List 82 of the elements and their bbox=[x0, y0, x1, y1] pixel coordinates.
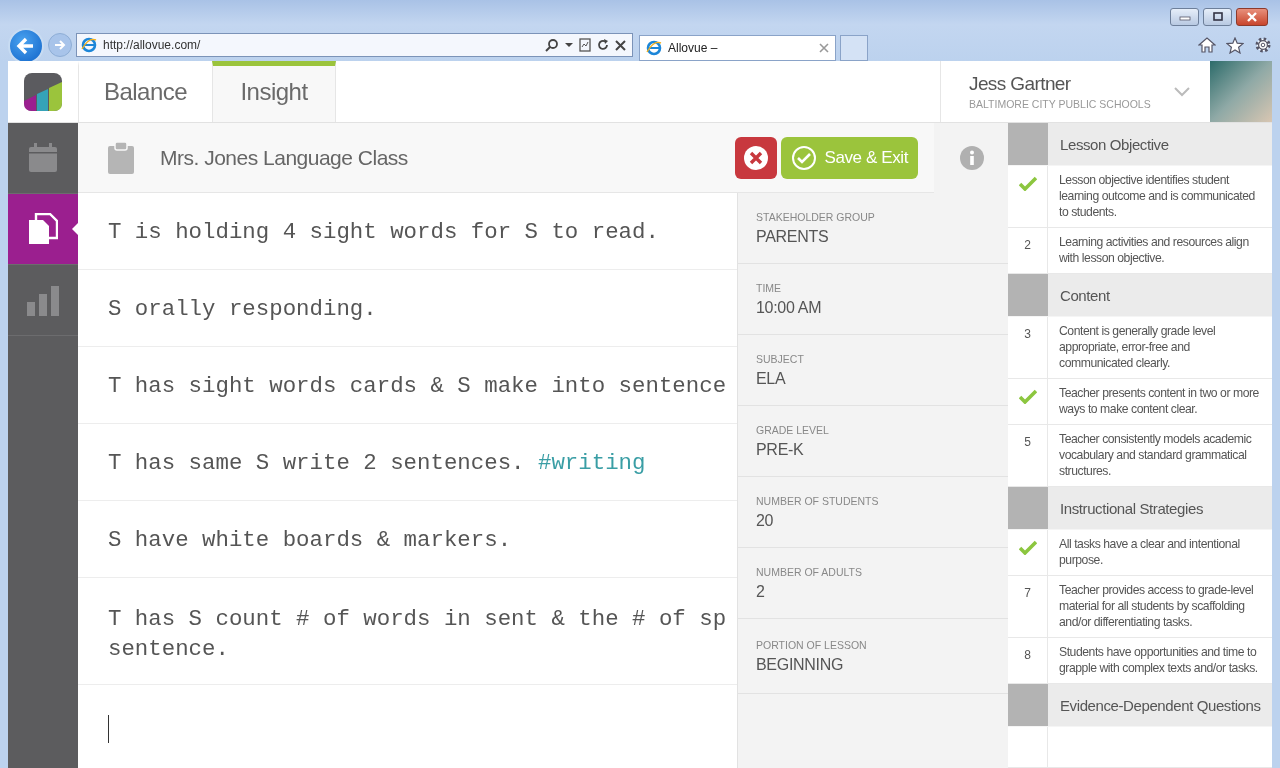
calendar-icon bbox=[28, 143, 58, 173]
checkmark-icon[interactable] bbox=[1018, 176, 1037, 191]
close-circle-icon bbox=[742, 144, 769, 171]
criterion-number[interactable]: 8 bbox=[1024, 648, 1031, 683]
field-value: ELA bbox=[756, 369, 787, 388]
field-value: PARENTS bbox=[756, 227, 830, 246]
photo-placeholder bbox=[1210, 61, 1272, 122]
criterion-text: All tasks have a clear and intentional purpose. bbox=[1058, 536, 1241, 569]
settings-icon[interactable] bbox=[1254, 36, 1272, 54]
criterion-text: Learning activities and resources align with lesson objective. bbox=[1058, 234, 1250, 267]
criterion-text: Teacher provides access to grade-level material for all students by scaffolding and/or differentiating tasks. bbox=[1058, 582, 1255, 631]
field-value: 10:00 AM bbox=[756, 298, 823, 317]
criterion-text: Students have opportunities and time to grapple with complex texts and/or tasks. bbox=[1058, 644, 1259, 677]
criterion-text: Teacher presents content in two or more ways to make content clear. bbox=[1058, 385, 1260, 418]
browser-logo-icon bbox=[646, 40, 662, 56]
minimize-button[interactable] bbox=[1170, 8, 1199, 26]
field-label: GRADE LEVEL bbox=[756, 423, 830, 436]
criterion-number[interactable]: 2 bbox=[1024, 238, 1031, 273]
observation-note: T has sight words cards & S make into sentence bbox=[108, 373, 727, 399]
observation-note: S orally responding. bbox=[108, 296, 377, 322]
section-marker bbox=[1008, 274, 1048, 316]
user-name: Jess Gartner bbox=[969, 73, 1072, 95]
field-value: BEGINNING bbox=[756, 655, 845, 674]
url-text: http://allovue.com/ bbox=[103, 38, 202, 52]
search-icon[interactable] bbox=[545, 38, 559, 52]
check-circle-icon bbox=[790, 144, 817, 171]
text-cursor bbox=[108, 715, 109, 743]
pointer-triangle bbox=[72, 223, 78, 235]
star-icon[interactable] bbox=[1226, 36, 1244, 54]
field-value: 2 bbox=[756, 582, 766, 601]
criterion-number[interactable]: 3 bbox=[1024, 327, 1031, 378]
criterion-number[interactable]: 7 bbox=[1024, 586, 1031, 637]
observation-note: T is holding 4 sight words for S to read. bbox=[108, 219, 659, 245]
checkmark-icon[interactable] bbox=[1018, 540, 1037, 555]
field-label: NUMBER OF STUDENTS bbox=[756, 494, 880, 507]
sidebar-item[interactable] bbox=[8, 194, 78, 265]
stop-icon[interactable] bbox=[615, 39, 626, 51]
section-title: Evidence-Dependent Questions bbox=[1059, 696, 1261, 714]
criterion-text: Content is generally grade level appropriate, error-free and communicated clearly. bbox=[1058, 323, 1217, 372]
field-label: STAKEHOLDER GROUP bbox=[756, 210, 876, 223]
compatibility-icon[interactable] bbox=[579, 38, 591, 52]
refresh-icon[interactable] bbox=[597, 39, 609, 51]
section-title: Lesson Objective bbox=[1059, 135, 1169, 153]
close-icon bbox=[1245, 12, 1259, 22]
tab-close-icon[interactable] bbox=[819, 43, 829, 53]
nav-tab[interactable]: Insight bbox=[212, 61, 336, 122]
observation-note: S have white boards & markers. bbox=[108, 527, 512, 553]
dropdown-caret-icon[interactable] bbox=[565, 42, 573, 48]
field-label: NUMBER OF ADULTS bbox=[756, 565, 863, 578]
close-button[interactable] bbox=[1236, 8, 1268, 26]
home-icon[interactable] bbox=[1198, 37, 1216, 53]
field-label: SUBJECT bbox=[756, 352, 805, 365]
checkmark-icon[interactable] bbox=[1018, 389, 1037, 404]
section-marker bbox=[1008, 684, 1048, 726]
minimize-icon bbox=[1177, 13, 1192, 21]
criterion-text: Teacher consistently models academic vocabulary and standard grammatical structures. bbox=[1058, 431, 1253, 480]
criterion-number[interactable]: 5 bbox=[1024, 435, 1031, 486]
section-marker bbox=[1008, 123, 1048, 165]
criterion-text: Lesson objective identifies student learning outcome and is communicated to students. bbox=[1058, 172, 1256, 221]
maximize-button[interactable] bbox=[1203, 8, 1232, 26]
section-marker bbox=[1008, 487, 1048, 529]
field-label: PORTION OF LESSON bbox=[756, 638, 868, 651]
back-button[interactable] bbox=[8, 28, 44, 64]
bar-chart-icon bbox=[27, 284, 59, 316]
field-value: PRE-K bbox=[756, 440, 805, 459]
documents-icon bbox=[28, 213, 58, 245]
app-logo-icon bbox=[24, 72, 62, 111]
address-field[interactable]: http://allovue.com/ bbox=[76, 33, 633, 57]
organization-name: BALTIMORE CITY PUBLIC SCHOOLS bbox=[969, 98, 1152, 110]
clipboard-icon bbox=[108, 141, 134, 174]
browser-logo-icon bbox=[81, 37, 97, 53]
section-title: Content bbox=[1059, 286, 1110, 304]
class-title: Mrs. Jones Language Class bbox=[160, 145, 408, 170]
browser-tab[interactable]: Allovue – bbox=[639, 35, 836, 61]
field-value: 20 bbox=[756, 511, 775, 530]
section-title: Instructional Strategies bbox=[1059, 499, 1203, 517]
field-label: TIME bbox=[756, 281, 783, 294]
observation-note: T has same S write 2 sentences. #writing bbox=[108, 450, 646, 476]
restore-icon bbox=[1210, 12, 1225, 22]
cancel-button[interactable] bbox=[734, 136, 777, 179]
observation-note: T has S count # of words in sent & the # of sp sentence. bbox=[108, 606, 727, 662]
arrow-right-icon bbox=[53, 38, 67, 52]
